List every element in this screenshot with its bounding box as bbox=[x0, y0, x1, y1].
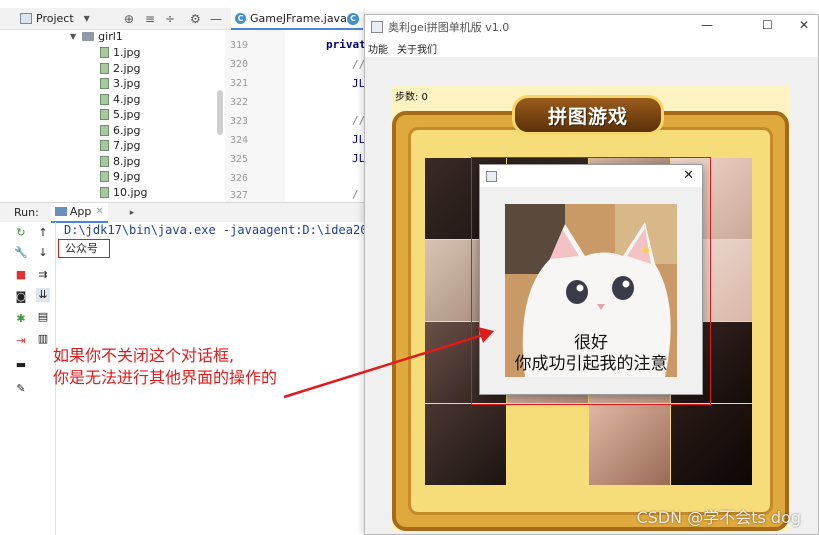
watermark: CSDN @学不会ts dog bbox=[636, 508, 801, 527]
annotation-arrow bbox=[283, 327, 494, 399]
